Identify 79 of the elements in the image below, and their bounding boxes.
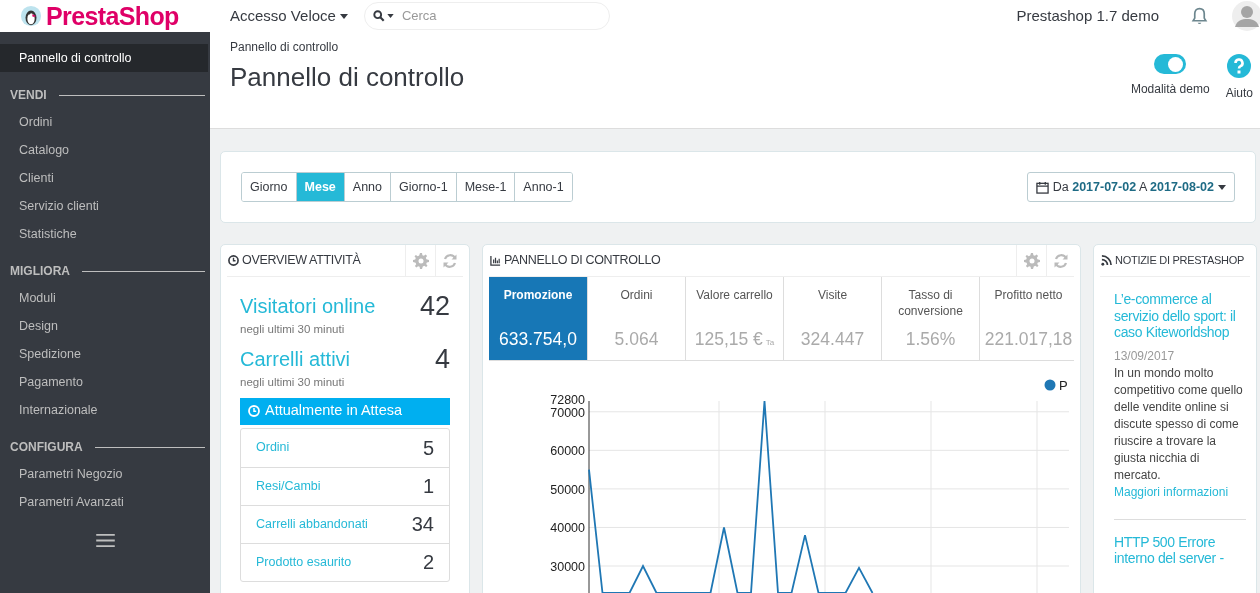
refresh-icon [441, 252, 458, 269]
stat-value: 42 [419, 292, 450, 320]
stat-caption: negli ultimi 30 minuti [240, 322, 346, 337]
kpi-value: 5.064 [614, 328, 659, 351]
panel-icon [1101, 255, 1112, 266]
panel-title: NOTIZIE DI PRESTASHOP [1115, 253, 1245, 269]
kpi-suffix: Ta [765, 337, 775, 349]
panel-icon [228, 255, 239, 266]
kpi-value: 125,15 € [694, 328, 763, 351]
stat-value: 4 [434, 345, 450, 373]
question-icon [1227, 54, 1252, 78]
avatar-icon [1232, 1, 1260, 31]
kpi-label: Valore carrello [695, 287, 774, 304]
search-icon [372, 10, 385, 22]
sidebar-item[interactable]: Pagamento [19, 372, 83, 392]
toggle-switch[interactable] [1154, 54, 1187, 74]
sidebar-item[interactable]: Moduli [19, 288, 56, 308]
panel-title: PANNELLO DI CONTROLLO [504, 252, 661, 270]
refresh-icon [1052, 252, 1069, 269]
kpi-label: Tasso di conversione [897, 287, 964, 320]
caret-icon [386, 14, 394, 18]
search-input[interactable]: Cerca [401, 6, 601, 26]
kpi-value: 221.017,18 [984, 328, 1073, 351]
y-tick-label: 30000 [550, 560, 585, 574]
sidebar-item[interactable]: Catalogo [19, 140, 70, 160]
clock-icon [248, 405, 260, 417]
pending-count: 34 [411, 512, 434, 537]
kpi-label: Profitto netto [993, 287, 1064, 304]
panel-title: OVERVIEW ATTIVITÀ [242, 251, 361, 270]
panel-icon [490, 255, 501, 266]
sidebar-item[interactable]: Ordini [19, 112, 53, 132]
sidebar-item[interactable]: Clienti [19, 168, 54, 188]
caret-icon [1218, 184, 1226, 190]
kpi-label: Visite [816, 287, 849, 304]
sidebar-item[interactable]: Design [19, 316, 58, 336]
kpi-tab[interactable]: Promozione 633.754,0 [489, 277, 587, 360]
gear-icon [412, 252, 429, 269]
penguin-logo-icon [20, 5, 42, 27]
y-tick-label: 70000 [550, 405, 585, 420]
help-button[interactable]: Aiuto [1225, 54, 1253, 128]
kpi-value: 324.447 [800, 328, 865, 351]
y-tick-label: 60000 [550, 444, 585, 459]
sidebar-item[interactable]: Statistiche [19, 224, 77, 244]
quick-access-dropdown[interactable]: Accesso Veloce [230, 4, 348, 28]
kpi-value: 633.754,0 [499, 328, 577, 351]
breadcrumb-link[interactable]: Pannello di controllo [230, 38, 465, 56]
gear-icon [1023, 252, 1040, 269]
sidebar-item[interactable]: Servizio clienti [19, 196, 99, 216]
logo-text: PrestaShop [46, 3, 179, 29]
y-tick-label: 72800 [550, 393, 585, 407]
legend-label: P [1059, 378, 1068, 393]
news-summary: In un mondo molto competitivo come quello delle vendite online si discute spesso di come riuscire a trovare la giusta nicchia di mercato. Maggiori informazioni [1114, 364, 1244, 501]
kpi-value: 1.56% [905, 328, 956, 351]
shop-name[interactable]: Prestashop 1.7 demo [1016, 4, 1159, 28]
y-tick-label: 50000 [550, 482, 585, 497]
sidebar-item[interactable]: Parametri Avanzati [19, 492, 124, 512]
section-heading: CONFIGURA [10, 439, 83, 456]
sidebar-item[interactable]: Parametri Negozio [19, 464, 123, 484]
pending-count: 1 [422, 474, 434, 499]
period-button[interactable]: Anno-1 [514, 173, 572, 201]
calendar-icon [1035, 180, 1049, 194]
caret-icon [339, 13, 348, 19]
news-date: 13/09/2017 [1114, 347, 1176, 365]
pending-title: Attualmente in Attesa [265, 401, 403, 421]
date-range-button[interactable]: Da 2017-07-02 A 2017-08-02 [1026, 172, 1235, 202]
page-title: Pannello di controllo [230, 61, 465, 94]
kpi-label: Ordini [619, 287, 654, 304]
sidebar-item[interactable]: Internazionale [19, 400, 98, 420]
y-tick-label: 40000 [550, 521, 585, 536]
pending-count: 5 [422, 435, 434, 461]
pending-count: 2 [422, 550, 434, 575]
bell-icon [1191, 6, 1208, 26]
menu-icon[interactable] [95, 534, 115, 547]
demo-mode-toggle[interactable]: Modalità demo [1130, 54, 1210, 128]
sidebar-item[interactable]: Spedizione [19, 344, 81, 364]
kpi-label: Promozione [502, 287, 574, 304]
section-heading: MIGLIORA [10, 263, 70, 280]
section-heading: VENDI [10, 87, 47, 104]
stat-caption: negli ultimi 30 minuti [240, 375, 346, 391]
